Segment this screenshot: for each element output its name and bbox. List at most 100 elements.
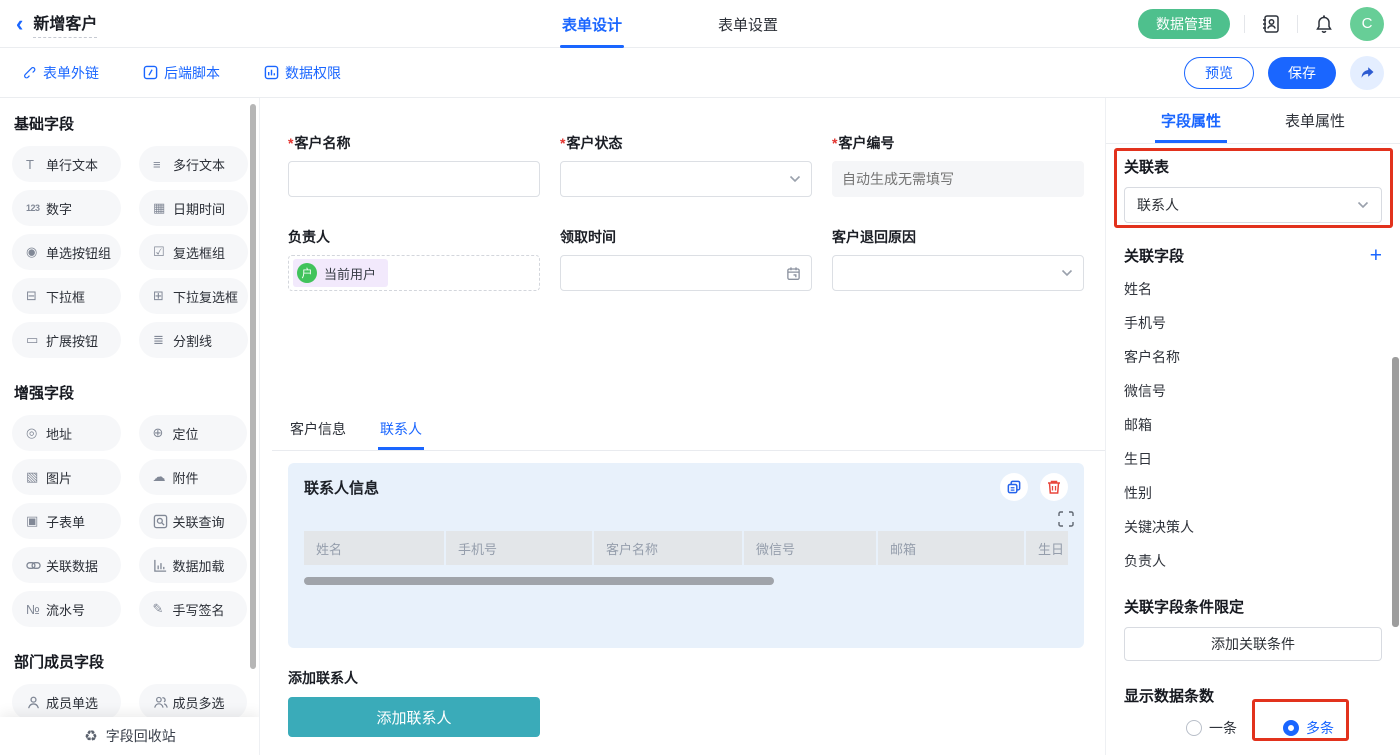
- related-field-item[interactable]: 负责人: [1124, 544, 1382, 578]
- field-button-multi-line-text[interactable]: ≡ 多行文本: [139, 146, 248, 182]
- header-tabs: 表单设计 表单设置: [562, 0, 778, 48]
- contacts-book-icon[interactable]: [1259, 12, 1283, 36]
- locate-icon: ⊕: [153, 425, 173, 441]
- data-load-icon: [153, 558, 173, 573]
- field-button-data-load[interactable]: 数据加载: [139, 547, 248, 583]
- related-field-item[interactable]: 关键决策人: [1124, 510, 1382, 544]
- tab-contacts[interactable]: 联系人: [378, 417, 424, 450]
- related-field-item[interactable]: 邮箱: [1124, 408, 1382, 442]
- section-basic-fields: 基础字段 T 单行文本 ≡ 多行文本 123 数字 ▦ 日期时间: [12, 113, 247, 358]
- recycle-icon: ♻: [84, 727, 97, 745]
- delete-button[interactable]: [1040, 473, 1068, 501]
- external-link-item[interactable]: 表单外链: [22, 63, 99, 83]
- related-table-select[interactable]: 联系人: [1124, 187, 1382, 223]
- column-header[interactable]: 手机号: [446, 531, 592, 565]
- radio-option-multiple[interactable]: 多条: [1283, 718, 1334, 738]
- field-button-signature[interactable]: ✎ 手写签名: [139, 591, 248, 627]
- required-mark: *: [560, 135, 565, 151]
- tab-form-design[interactable]: 表单设计: [562, 0, 622, 48]
- field-button-serial-number[interactable]: № 流水号: [12, 591, 121, 627]
- display-count-options: 一条 多条: [1124, 718, 1382, 738]
- field-button-related-query[interactable]: 关联查询: [139, 503, 248, 539]
- tab-form-settings[interactable]: 表单设置: [718, 0, 778, 48]
- field-button-extend-button[interactable]: ▭ 扩展按钮: [12, 322, 121, 358]
- field-button-dropdown-multi[interactable]: ⊞ 下拉复选框: [139, 278, 248, 314]
- form-designer-app: ‹ 新增客户 表单设计 表单设置 数据管理: [0, 0, 1400, 755]
- add-condition-button[interactable]: 添加关联条件: [1124, 627, 1382, 661]
- add-contact-button[interactable]: 添加联系人: [288, 697, 540, 737]
- field-claim-time[interactable]: 领取时间: [560, 227, 812, 291]
- field-button-locate[interactable]: ⊕ 定位: [139, 415, 248, 451]
- related-field-item[interactable]: 生日: [1124, 442, 1382, 476]
- field-button-member-multi[interactable]: 成员多选: [139, 684, 248, 720]
- field-owner[interactable]: 负责人 户 当前用户: [288, 227, 540, 291]
- column-header[interactable]: 邮箱: [878, 531, 1024, 565]
- radio-option-single[interactable]: 一条: [1186, 718, 1237, 738]
- field-button-single-line-text[interactable]: T 单行文本: [12, 146, 121, 182]
- panel-title: 联系人信息: [304, 477, 379, 498]
- field-button-number[interactable]: 123 数字: [12, 190, 121, 226]
- copy-button[interactable]: [1000, 473, 1028, 501]
- field-button-checkbox-group[interactable]: ☑ 复选框组: [139, 234, 248, 270]
- related-field-item[interactable]: 姓名: [1124, 272, 1382, 306]
- tab-customer-info[interactable]: 客户信息: [288, 417, 348, 450]
- backend-script-item[interactable]: 后端脚本: [143, 63, 220, 83]
- related-field-item[interactable]: 手机号: [1124, 306, 1382, 340]
- field-customer-status[interactable]: *客户状态: [560, 133, 812, 197]
- field-button-attachment[interactable]: ☁ 附件: [139, 459, 248, 495]
- field-customer-number[interactable]: *客户编号: [832, 133, 1084, 197]
- select-corners-icon[interactable]: [1058, 511, 1074, 527]
- column-header[interactable]: 姓名: [304, 531, 444, 565]
- toolbar-links: 表单外链 后端脚本 数据权限: [16, 63, 341, 83]
- claim-time-datepicker[interactable]: [560, 255, 812, 291]
- preview-button[interactable]: 预览: [1184, 57, 1254, 89]
- field-button-datetime[interactable]: ▦ 日期时间: [139, 190, 248, 226]
- attachment-icon: ☁: [153, 469, 173, 485]
- column-header[interactable]: 微信号: [744, 531, 876, 565]
- field-recycle-bin[interactable]: ♻ 字段回收站: [0, 717, 260, 755]
- subform-icon: ▣: [26, 513, 46, 529]
- sidebar-scrollbar[interactable]: [250, 104, 256, 669]
- radio-checked-icon: [1283, 720, 1299, 736]
- related-field-item[interactable]: 微信号: [1124, 374, 1382, 408]
- column-header[interactable]: 客户名称: [594, 531, 742, 565]
- properties-tabs: 字段属性 表单属性: [1106, 98, 1400, 144]
- member-single-icon: [26, 695, 46, 710]
- data-manage-button[interactable]: 数据管理: [1138, 9, 1230, 39]
- tab-form-properties[interactable]: 表单属性: [1279, 98, 1351, 143]
- address-icon: ◎: [26, 425, 46, 441]
- field-button-subform[interactable]: ▣ 子表单: [12, 503, 121, 539]
- field-button-address[interactable]: ◎ 地址: [12, 415, 121, 451]
- owner-field-box[interactable]: 户 当前用户: [288, 255, 540, 291]
- customer-status-select[interactable]: [560, 161, 812, 197]
- add-related-field-icon[interactable]: +: [1370, 245, 1382, 266]
- field-customer-name[interactable]: *客户名称: [288, 133, 540, 197]
- related-field-item[interactable]: 性别: [1124, 476, 1382, 510]
- field-return-reason[interactable]: 客户退回原因: [832, 227, 1084, 291]
- save-button[interactable]: 保存: [1268, 57, 1336, 89]
- section-title: 部门成员字段: [14, 651, 245, 672]
- field-button-related-data[interactable]: 关联数据: [12, 547, 121, 583]
- field-button-radio-group[interactable]: ◉ 单选按钮组: [12, 234, 121, 270]
- related-field-item[interactable]: 客户名称: [1124, 340, 1382, 374]
- return-reason-select[interactable]: [832, 255, 1084, 291]
- table-horizontal-scrollbar[interactable]: [304, 577, 774, 585]
- field-button-image[interactable]: ▧ 图片: [12, 459, 121, 495]
- data-permission-item[interactable]: 数据权限: [264, 63, 341, 83]
- tab-field-properties[interactable]: 字段属性: [1155, 98, 1227, 143]
- back-icon[interactable]: ‹: [16, 13, 23, 35]
- field-button-divider[interactable]: ≣ 分割线: [139, 322, 248, 358]
- user-avatar[interactable]: C: [1350, 7, 1384, 41]
- field-button-member-single[interactable]: 成员单选: [12, 684, 121, 720]
- window-scrollbar[interactable]: [1392, 357, 1399, 627]
- field-library-sidebar: 基础字段 T 单行文本 ≡ 多行文本 123 数字 ▦ 日期时间: [0, 98, 260, 755]
- form-toolbar: 表单外链 后端脚本 数据权限 预览 保存: [0, 48, 1400, 98]
- link-icon: [22, 65, 37, 80]
- customer-name-input[interactable]: [288, 161, 540, 197]
- column-header[interactable]: 生日: [1026, 531, 1068, 565]
- notification-bell-icon[interactable]: [1312, 12, 1336, 36]
- share-button[interactable]: [1350, 56, 1384, 90]
- canvas-tabs: 客户信息 联系人: [272, 417, 1105, 451]
- field-button-dropdown[interactable]: ⊟ 下拉框: [12, 278, 121, 314]
- contact-info-panel[interactable]: 联系人信息: [288, 463, 1084, 648]
